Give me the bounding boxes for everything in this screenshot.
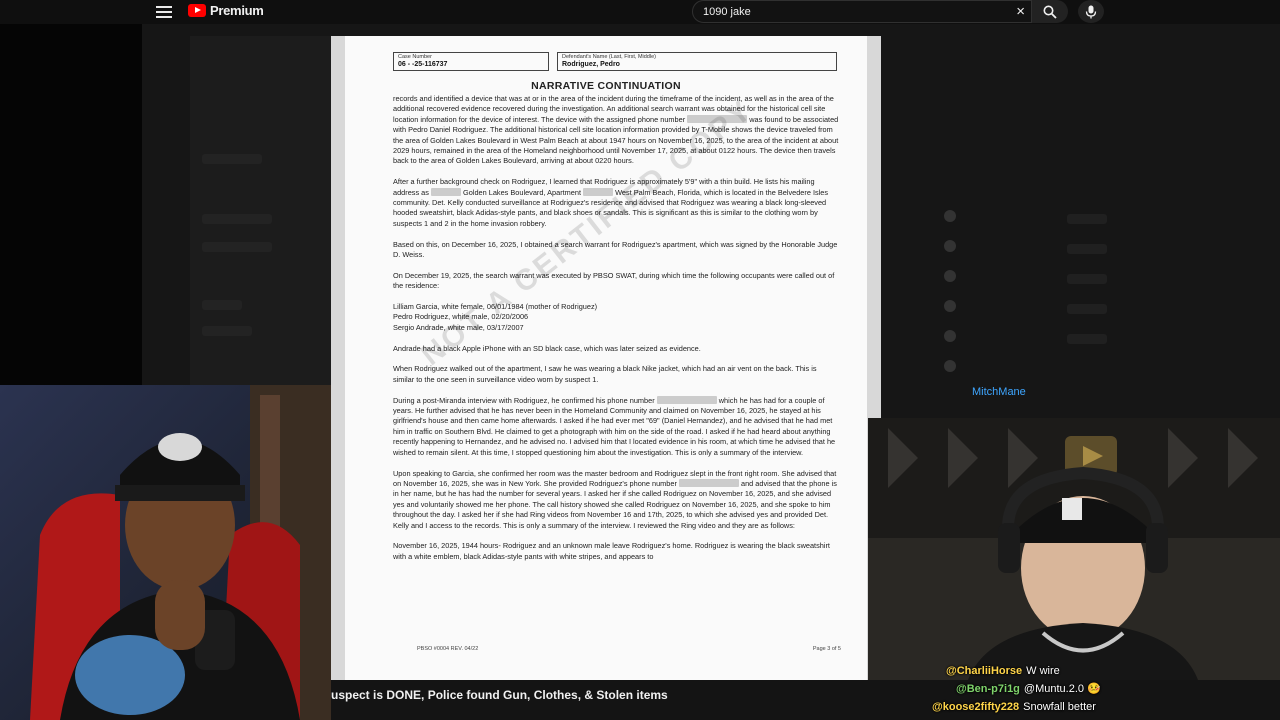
defendant-value: Rodriguez, Pedro (562, 61, 620, 68)
paragraph: On December 19, 2025, the search warrant… (393, 270, 835, 291)
chat-text: W wire (1026, 665, 1060, 677)
paragraph: When Rodriguez walked out of the apartme… (393, 364, 817, 384)
background-dot (944, 330, 956, 342)
left-webcam-feed (0, 385, 331, 720)
mic-icon (1085, 5, 1097, 18)
video-title[interactable]: uspect is DONE, Police found Gun, Clothe… (331, 688, 668, 702)
redaction (656, 395, 717, 404)
close-icon[interactable]: × (1016, 4, 1025, 19)
background-dot (944, 360, 956, 372)
search-button[interactable] (1032, 0, 1068, 23)
background-row (202, 242, 272, 252)
defendant-label: Defendant's Name (Last, First, Middle) (562, 54, 656, 60)
background-row (1067, 274, 1107, 284)
case-number-value: 06 - -25-116737 (398, 61, 448, 68)
chat-username[interactable]: @koose2fifty228 (932, 701, 1019, 713)
background-dot (944, 300, 956, 312)
chat-overlay: @CharliiHorse W wire @Ben-p7i1g @Muntu.2.0… (930, 662, 1280, 716)
chat-message: @Ben-p7i1g @Muntu.2.0 🤒 (930, 680, 1280, 698)
chat-message: @CharliiHorse W wire (930, 662, 1280, 680)
paragraph-text: Golden Lakes Boulevard, Apartment (463, 187, 582, 197)
paragraph-text: During a post-Miranda interview with Rod… (393, 395, 655, 405)
right-webcam-image (868, 418, 1280, 680)
left-webcam-image (0, 385, 331, 720)
background-dot (944, 270, 956, 282)
paragraph: Upon speaking to Garcia, she confirmed h… (393, 469, 839, 531)
chat-text: Snowfall better (1023, 701, 1096, 713)
left-blank-area (0, 0, 142, 385)
chat-message: @koose2fifty228 Snowfall better (930, 698, 1280, 716)
police-report-document: Case Number 06 - -25-116737 Defendant's … (345, 36, 867, 680)
page-number: Page 3 of 5 (812, 646, 841, 652)
menu-icon[interactable] (156, 4, 172, 20)
background-row (202, 300, 242, 310)
background-row (1067, 304, 1107, 314)
background-row (202, 214, 272, 224)
youtube-logo[interactable]: Premium (188, 3, 264, 18)
form-number: PBSO #0004 REV. 04/22 (417, 646, 479, 652)
chat-username[interactable]: @Ben-p7i1g (956, 683, 1020, 695)
chat-username[interactable]: @CharliiHorse (946, 665, 1022, 677)
background-row (1067, 244, 1107, 254)
search-box: × (692, 0, 1032, 23)
right-webcam-feed (868, 418, 1280, 680)
search-icon (1043, 5, 1057, 19)
background-dot (944, 210, 956, 222)
chat-text: @Muntu.2.0 🤒 (1023, 683, 1101, 695)
screen: Premium × Case Number 06 - -25-116737 De… (0, 0, 1280, 720)
paragraph: During a post-Miranda interview with Rod… (393, 395, 839, 458)
case-number-label: Case Number (398, 54, 432, 60)
case-number-box: Case Number 06 - -25-116737 (393, 52, 549, 71)
redaction (430, 187, 461, 196)
background-row (202, 326, 252, 336)
search-input[interactable] (703, 4, 1003, 20)
background-row (202, 154, 262, 164)
chat-username[interactable]: MitchMane (972, 386, 1026, 398)
voice-search-button[interactable] (1078, 0, 1104, 23)
document-footer: PBSO #0004 REV. 04/22 Page 3 of 5 (417, 646, 841, 652)
background-dot (944, 240, 956, 252)
youtube-topbar: Premium × (0, 0, 1280, 24)
paragraph: Based on this, on December 16, 2025, I o… (393, 239, 838, 260)
brand-label: Premium (210, 3, 264, 18)
paragraph: November 16, 2025, 1944 hours- Rodriguez… (393, 541, 830, 561)
youtube-logo-icon (188, 4, 206, 17)
background-row (1067, 334, 1107, 344)
background-row (1067, 214, 1107, 224)
redaction (678, 478, 739, 487)
